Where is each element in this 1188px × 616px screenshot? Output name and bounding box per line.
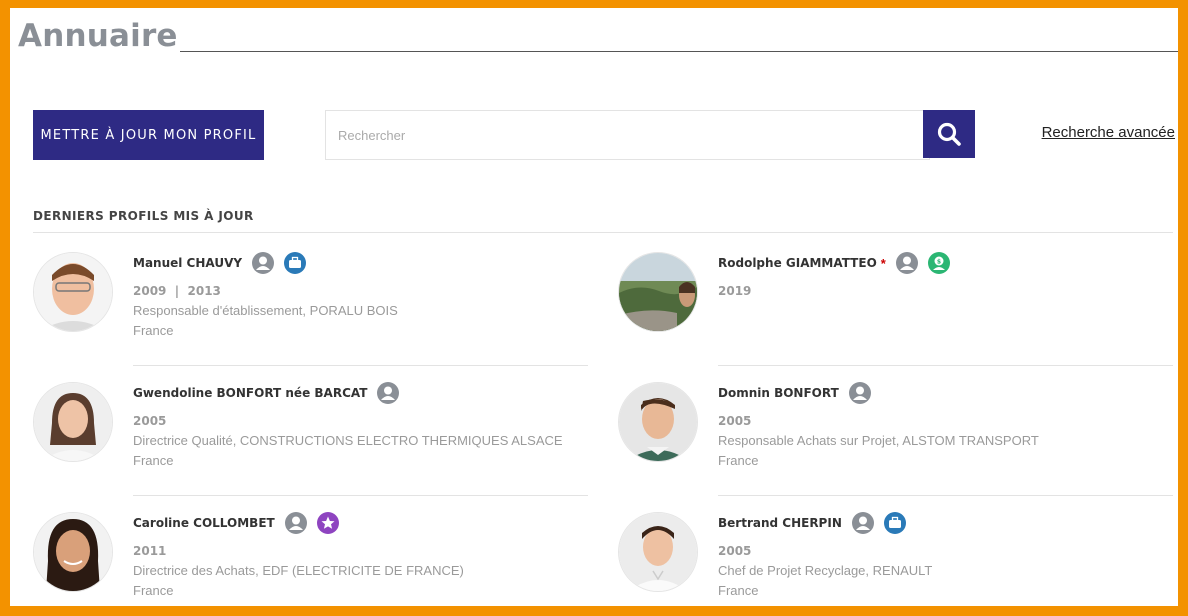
search-input[interactable]	[325, 110, 930, 160]
person-icon	[284, 512, 307, 534]
profile-years: 2005	[718, 544, 752, 558]
title-divider	[180, 51, 1178, 52]
avatar[interactable]	[33, 252, 113, 332]
svg-text:$: $	[937, 259, 941, 266]
avatar[interactable]	[33, 382, 113, 462]
profile-card[interactable]: Rodolphe GIAMMATTEO * $ 2019	[618, 252, 1078, 352]
profile-years: 2009 | 2013	[133, 284, 221, 298]
profile-name[interactable]: Manuel CHAUVY	[133, 256, 242, 270]
profile-years: 2005	[718, 414, 752, 428]
briefcase-icon	[284, 252, 307, 274]
person-icon	[851, 512, 874, 534]
update-profile-button[interactable]: METTRE À JOUR MON PROFIL	[33, 110, 264, 160]
profile-name[interactable]: Gwendoline BONFORT née BARCAT	[133, 386, 367, 400]
profile-name[interactable]: Rodolphe GIAMMATTEO	[718, 256, 877, 270]
person-icon	[848, 382, 871, 404]
profile-country: France	[718, 583, 759, 598]
profile-country: France	[133, 453, 174, 468]
section-divider	[33, 232, 1173, 233]
money-icon: $	[927, 252, 950, 274]
profile-country: France	[718, 453, 759, 468]
profile-years: 2005	[133, 414, 167, 428]
profile-card[interactable]: Domnin BONFORT 2005 Responsable Achats s…	[618, 382, 1078, 482]
avatar[interactable]	[618, 252, 698, 332]
row-divider	[718, 365, 1173, 366]
profile-card[interactable]: Gwendoline BONFORT née BARCAT 2005 Direc…	[33, 382, 563, 482]
profile-name[interactable]: Bertrand CHERPIN	[718, 516, 842, 530]
person-icon	[895, 252, 918, 274]
search-icon	[937, 122, 961, 146]
profile-card[interactable]: Caroline COLLOMBET 2011 Directrice des A…	[33, 512, 493, 612]
profile-job: Responsable Achats sur Projet, ALSTOM TR…	[718, 433, 1039, 448]
advanced-search-link[interactable]: Recherche avancée	[1042, 124, 1175, 141]
profile-job: Directrice des Achats, EDF (ELECTRICITE …	[133, 563, 464, 578]
search-button[interactable]	[923, 110, 975, 158]
profile-years: 2011	[133, 544, 167, 558]
section-title: DERNIERS PROFILS MIS À JOUR	[33, 209, 254, 223]
row-divider	[133, 495, 588, 496]
profile-name[interactable]: Domnin BONFORT	[718, 386, 839, 400]
profile-job: Directrice Qualité, CONSTRUCTIONS ELECTR…	[133, 433, 563, 448]
profile-country: France	[133, 323, 174, 338]
row-divider	[133, 365, 588, 366]
profile-job: Chef de Projet Recyclage, RENAULT	[718, 563, 933, 578]
star-icon	[316, 512, 339, 534]
briefcase-icon	[883, 512, 906, 534]
row-divider	[718, 495, 1173, 496]
profile-years: 2019	[718, 284, 752, 298]
person-icon	[252, 252, 275, 274]
page-title: Annuaire	[18, 18, 178, 54]
required-marker: *	[880, 255, 886, 271]
avatar[interactable]	[618, 512, 698, 592]
profile-card[interactable]: Bertrand CHERPIN 2005 Chef de Projet Rec…	[618, 512, 1078, 612]
profile-card[interactable]: Manuel CHAUVY 2009 | 2013 Responsable d'…	[33, 252, 493, 352]
profile-job: Responsable d'établissement, PORALU BOIS	[133, 303, 398, 318]
person-icon	[377, 382, 400, 404]
avatar[interactable]	[618, 382, 698, 462]
profile-country: France	[133, 583, 174, 598]
avatar[interactable]	[33, 512, 113, 592]
profile-name[interactable]: Caroline COLLOMBET	[133, 516, 275, 530]
